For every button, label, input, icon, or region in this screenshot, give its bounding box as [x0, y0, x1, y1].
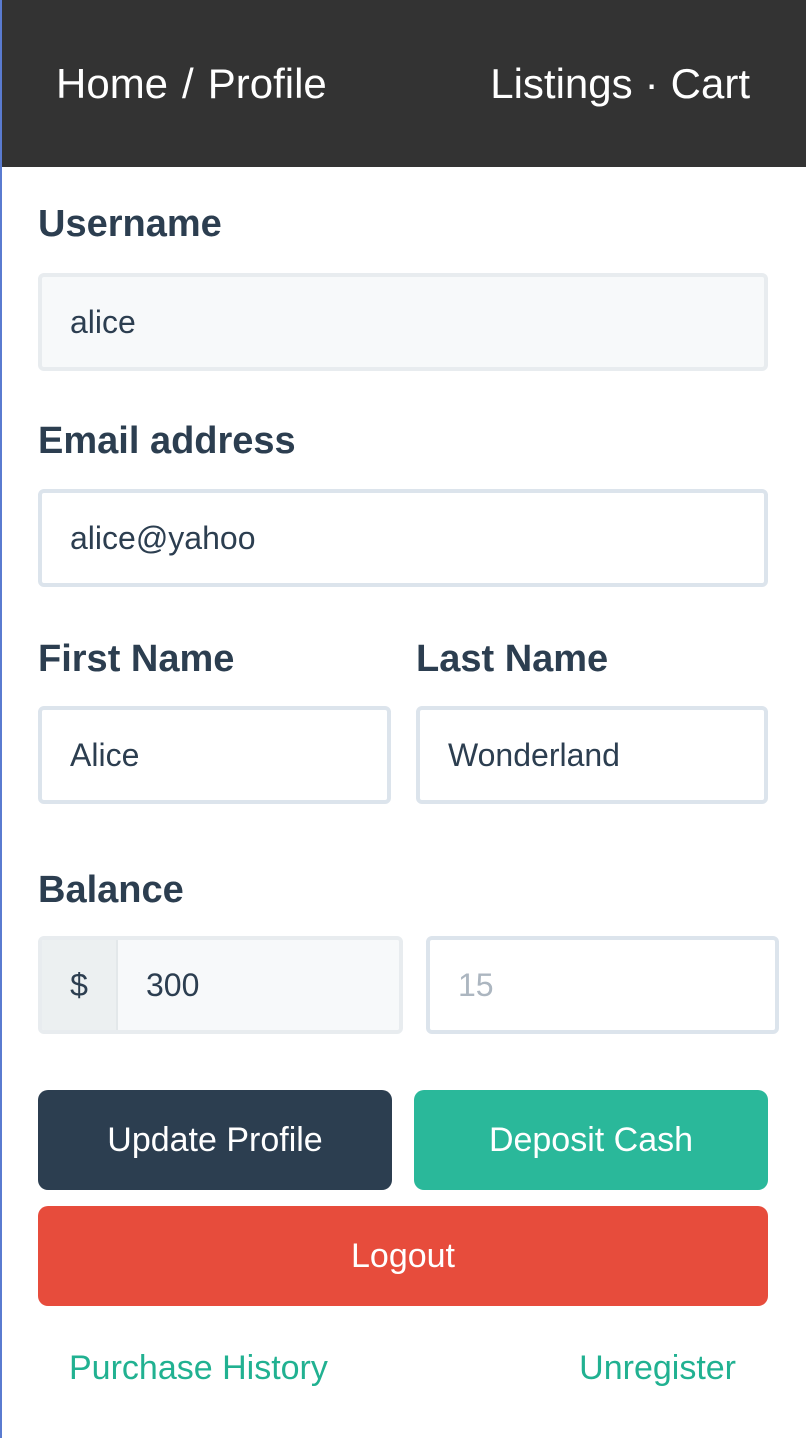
- deposit-amount-input[interactable]: 15: [426, 936, 779, 1034]
- last-name-label: Last Name: [416, 638, 609, 680]
- breadcrumb-current: Profile: [207, 60, 327, 107]
- purchase-history-link[interactable]: Purchase History: [69, 1349, 328, 1388]
- balance-input-group: $ 300: [38, 936, 403, 1034]
- currency-addon: $: [42, 940, 118, 1030]
- nav-links: Listings · Cart: [490, 60, 750, 108]
- username-label: Username: [38, 203, 222, 245]
- last-name-field[interactable]: Wonderland: [416, 706, 768, 804]
- logout-button[interactable]: Logout: [38, 1206, 768, 1306]
- first-name-field[interactable]: Alice: [38, 706, 391, 804]
- nav-separator-dot: ·: [644, 60, 659, 107]
- unregister-link[interactable]: Unregister: [579, 1349, 736, 1388]
- deposit-cash-button[interactable]: Deposit Cash: [414, 1090, 768, 1190]
- email-field[interactable]: alice@yahoo: [38, 489, 768, 587]
- breadcrumb: Home / Profile: [56, 60, 327, 108]
- breadcrumb-home-link[interactable]: Home: [56, 60, 168, 107]
- balance-label: Balance: [38, 869, 184, 911]
- breadcrumb-separator: /: [182, 60, 194, 107]
- update-profile-button[interactable]: Update Profile: [38, 1090, 392, 1190]
- nav-listings-link[interactable]: Listings: [490, 60, 632, 107]
- profile-page: Home / Profile Listings · Cart Username alic…: [0, 0, 806, 1438]
- first-name-label: First Name: [38, 638, 235, 680]
- email-label: Email address: [38, 420, 296, 462]
- balance-field[interactable]: 300: [118, 940, 399, 1030]
- nav-cart-link[interactable]: Cart: [671, 60, 750, 107]
- navbar: Home / Profile Listings · Cart: [2, 0, 806, 167]
- username-field[interactable]: alice: [38, 273, 768, 371]
